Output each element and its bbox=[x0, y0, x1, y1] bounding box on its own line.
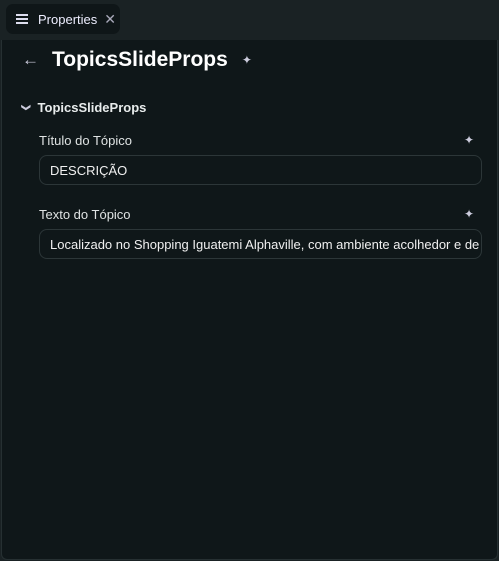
section-toggle[interactable]: ❯ TopicsSlideProps bbox=[21, 100, 147, 115]
tab-properties[interactable]: Properties ✕ bbox=[6, 4, 120, 34]
page-title: TopicsSlideProps bbox=[52, 48, 228, 71]
tab-label: Properties bbox=[38, 11, 98, 27]
sparkle-icon[interactable]: ✦ bbox=[242, 53, 252, 67]
field-label: Texto do Tópico bbox=[39, 206, 131, 222]
field-label: Título do Tópico bbox=[39, 132, 132, 148]
sparkle-icon[interactable]: ✦ bbox=[464, 133, 474, 147]
properties-panel: ← TopicsSlideProps ✦ ❯ TopicsSlideProps … bbox=[1, 40, 498, 560]
back-arrow-icon[interactable]: ← bbox=[22, 50, 52, 70]
panel-header: ← TopicsSlideProps ✦ bbox=[22, 48, 252, 72]
close-icon[interactable]: ✕ bbox=[104, 11, 116, 28]
tab-bar: Properties ✕ bbox=[0, 0, 499, 40]
titulo-input[interactable]: DESCRIÇÃO bbox=[39, 155, 482, 185]
list-icon bbox=[16, 14, 28, 24]
field-texto: Texto do Tópico ✦ Localizado no Shopping … bbox=[39, 205, 482, 259]
texto-input[interactable]: Localizado no Shopping Iguatemi Alphavil… bbox=[39, 229, 482, 259]
field-titulo: Título do Tópico ✦ DESCRIÇÃO bbox=[39, 131, 482, 185]
sparkle-icon[interactable]: ✦ bbox=[464, 207, 474, 221]
chevron-down-icon: ❯ bbox=[21, 103, 32, 112]
section-title: TopicsSlideProps bbox=[37, 100, 147, 115]
